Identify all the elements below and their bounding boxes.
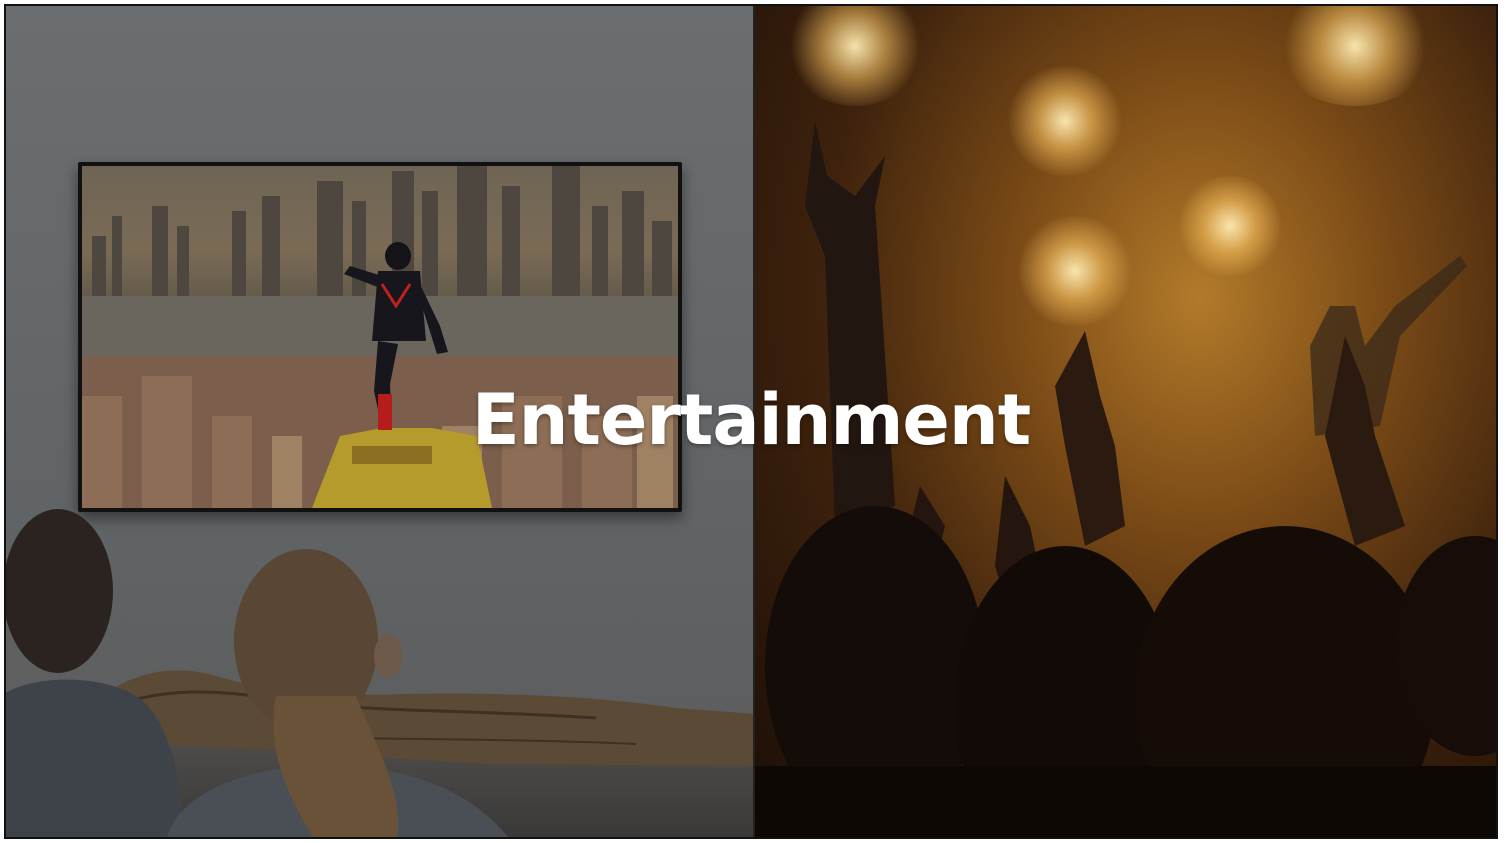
female-viewer-icon	[167, 549, 508, 837]
slide-title: Entertainment	[471, 379, 1031, 461]
slide-frame: Entertainment	[4, 4, 1498, 839]
